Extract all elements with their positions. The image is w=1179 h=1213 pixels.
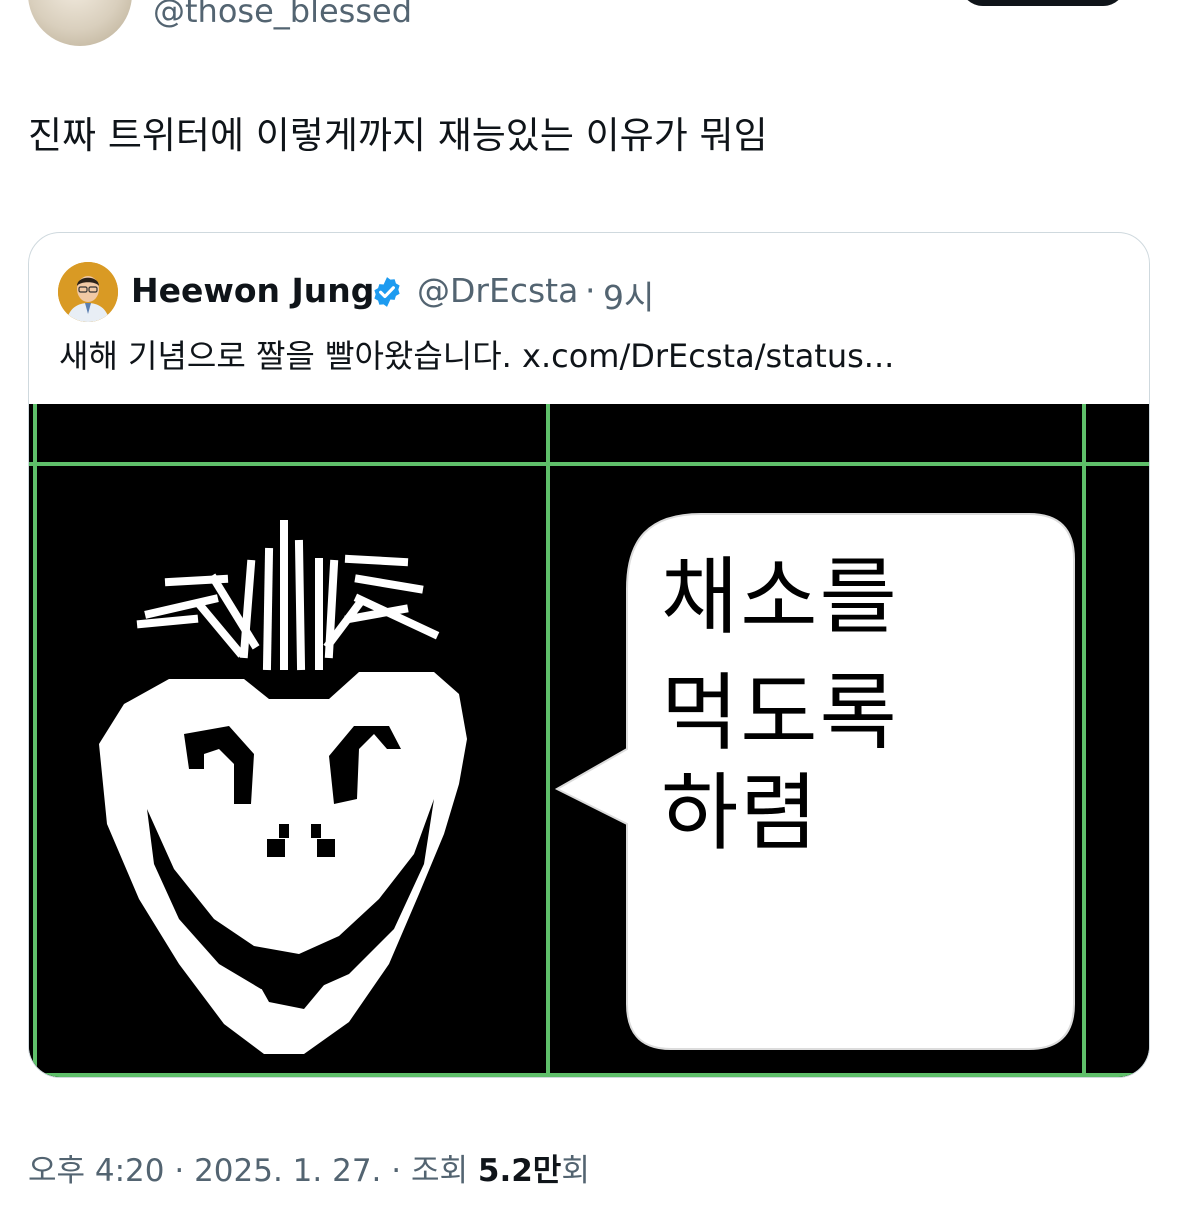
tweet-meta: 오후 4:20 · 2025. 1. 27. · 조회 5.2만회 <box>28 1145 590 1190</box>
tweet-date[interactable]: 2025. 1. 27. <box>194 1153 381 1189</box>
views-label: 조회 <box>410 1153 478 1189</box>
verified-badge-icon <box>374 277 400 307</box>
author-handle[interactable]: @those_blessed <box>153 0 412 30</box>
speech-line-1: 채소를 <box>661 548 899 646</box>
speech-line-3: 하렴 <box>661 764 820 862</box>
separator-dot: · <box>381 1153 411 1189</box>
quoted-author-name[interactable]: Heewon Jung <box>131 271 374 310</box>
quoted-tweet-card[interactable]: Heewon Jung @DrEcsta · 9시 새해 기념으로 짤을 빨아왔… <box>28 232 1150 1078</box>
quoted-author-handle[interactable]: @DrEcsta <box>417 271 578 310</box>
separator-dot: · <box>585 271 596 310</box>
tweet-text: 진짜 트위터에 이렇게까지 재능있는 이유가 뭐임 <box>28 114 768 157</box>
follow-button[interactable] <box>960 0 1126 6</box>
quoted-image[interactable]: 채소를 먹도록 하렴 <box>29 404 1149 1077</box>
quoted-timestamp[interactable]: 9시 <box>603 271 654 319</box>
speech-line-2: 먹도록 <box>661 664 899 762</box>
meme-image: 채소를 먹도록 하렴 <box>29 404 1149 1077</box>
views-unit: 회 <box>561 1153 590 1189</box>
person-avatar-icon <box>58 262 118 322</box>
quoted-author-avatar[interactable] <box>58 262 118 322</box>
speech-bubble: 채소를 먹도록 하렴 <box>554 513 1075 1050</box>
author-avatar[interactable] <box>28 0 132 46</box>
quoted-tweet-text: 새해 기념으로 짤을 빨아왔습니다. x.com/DrEcsta/status.… <box>59 337 895 375</box>
views-count: 5.2만 <box>477 1153 562 1189</box>
separator-dot: · <box>164 1153 195 1189</box>
tweet-time[interactable]: 오후 4:20 <box>28 1153 165 1189</box>
